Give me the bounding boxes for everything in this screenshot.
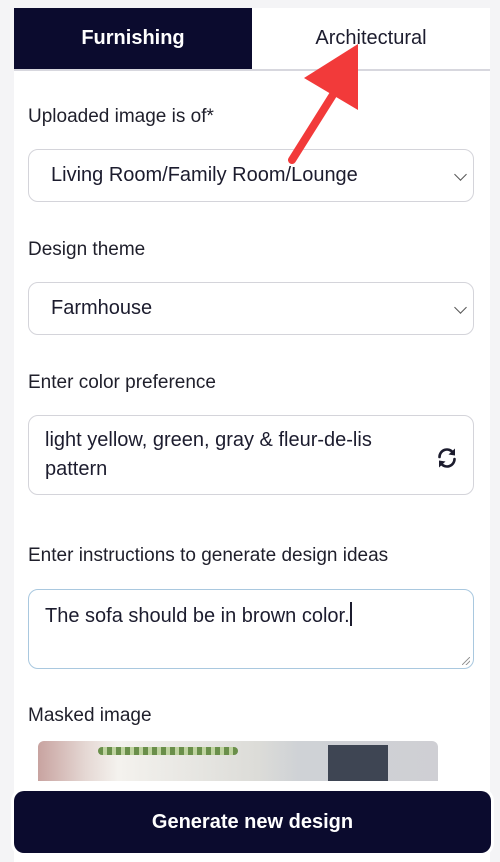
chevron-down-icon bbox=[454, 300, 467, 314]
text-caret bbox=[349, 602, 352, 626]
design-form-panel: Furnishing Architectural Uploaded image … bbox=[14, 8, 490, 862]
color-preference-value: light yellow, green, gray & fleur-de-lis… bbox=[45, 429, 372, 480]
masked-image-label: Masked image bbox=[28, 705, 152, 726]
room-type-label: Uploaded image is of* bbox=[28, 106, 214, 127]
instructions-label: Enter instructions to generate design id… bbox=[28, 545, 389, 566]
room-type-value: Living Room/Family Room/Lounge bbox=[51, 164, 358, 186]
design-theme-value: Farmhouse bbox=[51, 297, 153, 319]
instructions-value: The sofa should be in brown color. bbox=[45, 605, 350, 627]
design-theme-label: Design theme bbox=[28, 239, 146, 260]
tab-bar: Furnishing Architectural bbox=[14, 8, 490, 71]
refresh-icon[interactable] bbox=[435, 446, 459, 470]
tab-architectural[interactable]: Architectural bbox=[252, 8, 490, 69]
generate-design-button[interactable]: Generate new design bbox=[14, 791, 491, 853]
color-preference-input[interactable]: light yellow, green, gray & fleur-de-lis… bbox=[28, 415, 474, 495]
tab-furnishing[interactable]: Furnishing bbox=[14, 8, 252, 69]
image-dark-region bbox=[328, 745, 388, 781]
garland-decoration bbox=[98, 747, 238, 755]
chevron-down-icon bbox=[454, 167, 467, 181]
resize-handle-icon[interactable] bbox=[462, 657, 470, 665]
color-preference-label: Enter color preference bbox=[28, 372, 216, 393]
instructions-textarea[interactable]: The sofa should be in brown color. bbox=[28, 589, 474, 669]
masked-image-preview bbox=[38, 741, 438, 781]
room-type-select[interactable]: Living Room/Family Room/Lounge bbox=[28, 149, 474, 202]
design-theme-select[interactable]: Farmhouse bbox=[28, 282, 474, 335]
